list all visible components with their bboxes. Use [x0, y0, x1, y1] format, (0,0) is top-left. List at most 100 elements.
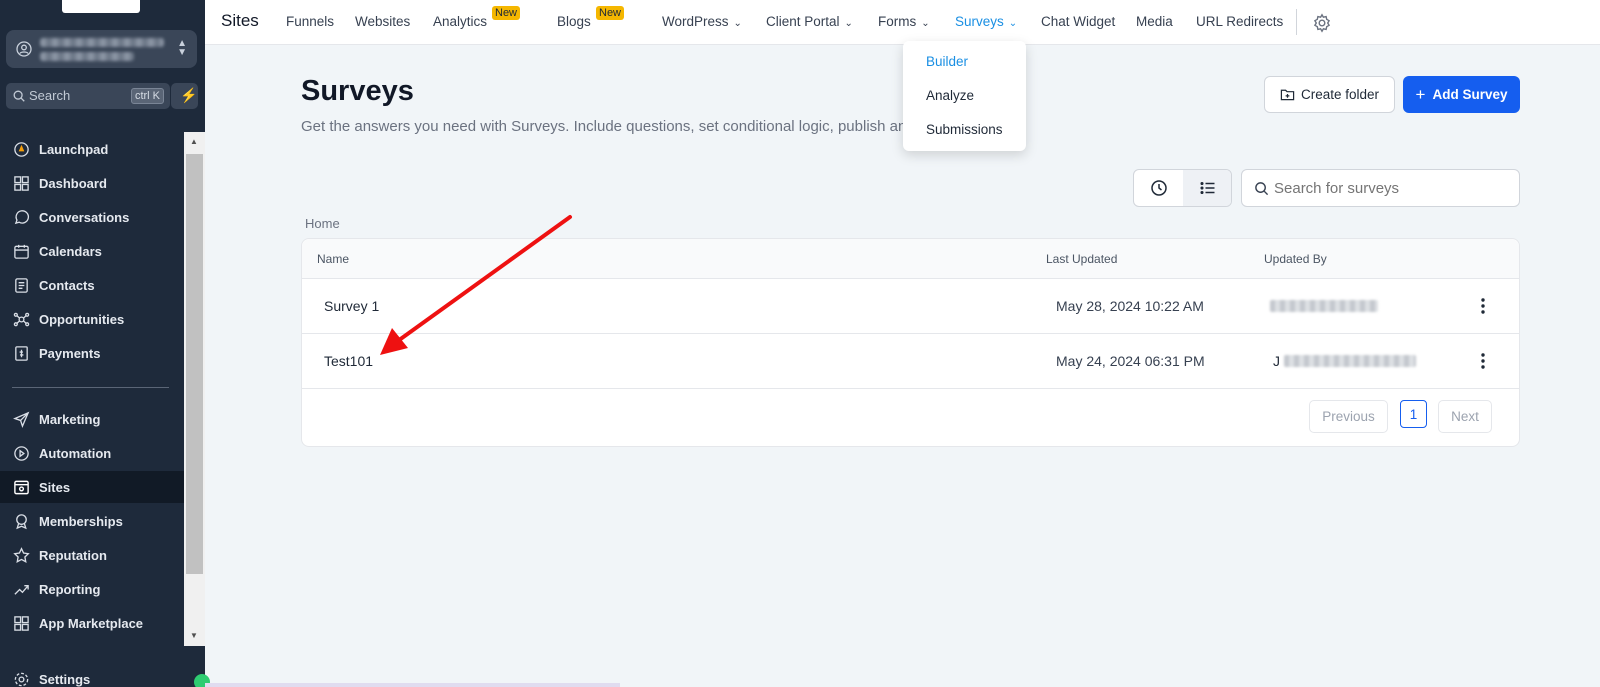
tab-url-redirects[interactable]: URL Redirects — [1196, 14, 1283, 29]
sidebar-item-payments[interactable]: Payments — [0, 337, 184, 369]
sidebar-search[interactable]: Search ctrl K — [6, 83, 170, 109]
new-badge: New — [492, 6, 521, 20]
tab-websites[interactable]: Websites — [355, 14, 410, 29]
keyboard-shortcut-badge: ctrl K — [130, 88, 164, 104]
settings-gear-icon[interactable] — [1312, 13, 1332, 33]
tab-media[interactable]: Media — [1136, 14, 1173, 29]
sidebar-item-label: Payments — [39, 345, 101, 361]
add-survey-button[interactable]: + Add Survey — [1403, 76, 1520, 113]
tab-wordpress[interactable]: WordPress ⌄ — [662, 14, 742, 29]
chevron-down-icon: ⌄ — [844, 18, 853, 29]
tab-chat-widget[interactable]: Chat Widget — [1041, 14, 1115, 29]
payments-icon — [15, 345, 28, 361]
scroll-up-arrow-icon[interactable]: ▲ — [190, 137, 198, 146]
sidebar-item-contacts[interactable]: Contacts — [0, 269, 184, 301]
list-view-button[interactable] — [1183, 170, 1231, 206]
recent-view-button[interactable] — [1134, 170, 1183, 206]
create-folder-button[interactable]: Create folder — [1264, 76, 1395, 113]
send-icon — [13, 411, 30, 428]
table-row[interactable]: Test101 May 24, 2024 06:31 PM J — [302, 334, 1519, 389]
chevron-down-icon: ⌄ — [921, 18, 930, 29]
sidebar-item-label: Dashboard — [39, 175, 107, 191]
lightning-icon: ⚡ — [180, 87, 198, 103]
sidebar-item-label: Conversations — [39, 209, 130, 225]
scroll-down-arrow-icon[interactable]: ▼ — [190, 631, 198, 640]
bottom-progress-bar — [205, 683, 620, 687]
menu-item-builder[interactable]: Builder — [926, 54, 968, 69]
menu-item-submissions[interactable]: Submissions — [926, 122, 1003, 137]
survey-name[interactable]: Survey 1 — [324, 298, 379, 314]
sidebar-item-reputation[interactable]: Reputation — [0, 539, 184, 571]
search-icon — [1255, 182, 1269, 196]
sidebar-item-label: Marketing — [39, 411, 101, 427]
sidebar-item-marketing[interactable]: Marketing — [0, 403, 184, 435]
section-title: Sites — [221, 11, 259, 30]
chevron-updown-icon: ▲ ▼ — [177, 38, 187, 58]
menu-item-analyze[interactable]: Analyze — [926, 88, 974, 103]
sidebar-item-label: Memberships — [39, 513, 123, 529]
tab-surveys[interactable]: Surveys ⌄ — [955, 14, 1017, 29]
company-logo — [62, 0, 140, 13]
sidebar-item-label: Launchpad — [39, 141, 109, 157]
tab-forms[interactable]: Forms ⌄ — [878, 14, 930, 29]
sidebar-item-label: Reporting — [39, 581, 101, 597]
plus-icon: + — [1415, 84, 1426, 104]
search-input[interactable] — [1274, 178, 1504, 198]
next-page-button[interactable]: Next — [1438, 400, 1492, 433]
star-icon — [13, 546, 30, 563]
sidebar-item-dashboard[interactable]: Dashboard — [0, 167, 184, 199]
folder-plus-icon — [1280, 89, 1295, 101]
more-options-icon[interactable] — [1479, 296, 1487, 316]
account-name-redacted — [40, 38, 164, 47]
automation-icon — [14, 445, 29, 461]
surveys-table: Name Last Updated Updated By Survey 1 Ma… — [301, 238, 1520, 447]
surveys-dropdown-overlay: Builder Analyze Submissions — [903, 41, 1026, 151]
sidebar-item-sites[interactable]: Sites — [0, 471, 184, 503]
sidebar-item-automation[interactable]: Automation — [0, 437, 184, 469]
tab-funnels[interactable]: Funnels — [286, 14, 334, 29]
breadcrumb[interactable]: Home — [305, 216, 340, 231]
sidebar-scrollbar[interactable]: ▲ ▼ — [184, 132, 205, 646]
sidebar-item-label: Reputation — [39, 547, 107, 563]
user-icon — [16, 41, 32, 57]
account-switcher[interactable]: ▲ ▼ — [6, 30, 197, 68]
quick-actions-button[interactable]: ⚡ — [171, 83, 198, 109]
previous-page-button[interactable]: Previous — [1309, 400, 1388, 433]
sidebar-item-settings[interactable]: Settings — [0, 663, 184, 687]
sidebar-item-app-marketplace[interactable]: App Marketplace — [0, 607, 184, 639]
tab-client-portal[interactable]: Client Portal ⌄ — [766, 14, 853, 29]
more-options-icon[interactable] — [1479, 351, 1487, 371]
tab-label: WordPress — [662, 14, 729, 29]
tab-analytics[interactable]: Analytics — [433, 14, 487, 29]
sidebar-item-label: Calendars — [39, 243, 102, 259]
grid-icon — [14, 615, 29, 631]
table-row[interactable]: Survey 1 May 28, 2024 10:22 AM — [302, 279, 1519, 334]
last-updated: May 28, 2024 10:22 AM — [1056, 298, 1204, 314]
button-label: Add Survey — [1432, 87, 1508, 102]
scrollbar-thumb[interactable] — [186, 154, 203, 574]
current-page-number[interactable]: 1 — [1400, 400, 1427, 428]
sidebar-item-conversations[interactable]: Conversations — [0, 201, 184, 233]
updated-by-initial: J — [1273, 353, 1280, 369]
survey-name[interactable]: Test101 — [324, 353, 373, 369]
top-navigation: Sites Funnels Websites Analytics New Blo… — [205, 0, 1600, 45]
sidebar-item-label: Opportunities — [39, 311, 125, 327]
sidebar-item-launchpad[interactable]: Launchpad — [0, 133, 184, 165]
column-header-updated-by: Updated By — [1264, 252, 1327, 266]
sidebar-item-memberships[interactable]: Memberships — [0, 505, 184, 537]
survey-search[interactable] — [1241, 169, 1520, 207]
chevron-down-icon: ⌄ — [1008, 18, 1018, 29]
sidebar-search-placeholder: Search — [29, 88, 71, 103]
search-icon — [13, 90, 25, 102]
chevron-down-icon: ⌄ — [733, 18, 742, 29]
sidebar-item-reporting[interactable]: Reporting — [0, 573, 184, 605]
launchpad-icon — [14, 141, 29, 157]
sidebar-item-calendars[interactable]: Calendars — [0, 235, 184, 267]
tab-label: Surveys — [955, 14, 1004, 29]
opportunities-icon — [13, 312, 30, 326]
list-icon — [1199, 181, 1214, 195]
sidebar-item-opportunities[interactable]: Opportunities — [0, 303, 184, 335]
tab-label: Client Portal — [766, 14, 840, 29]
clock-icon — [1150, 180, 1167, 196]
tab-blogs[interactable]: Blogs — [557, 14, 591, 29]
